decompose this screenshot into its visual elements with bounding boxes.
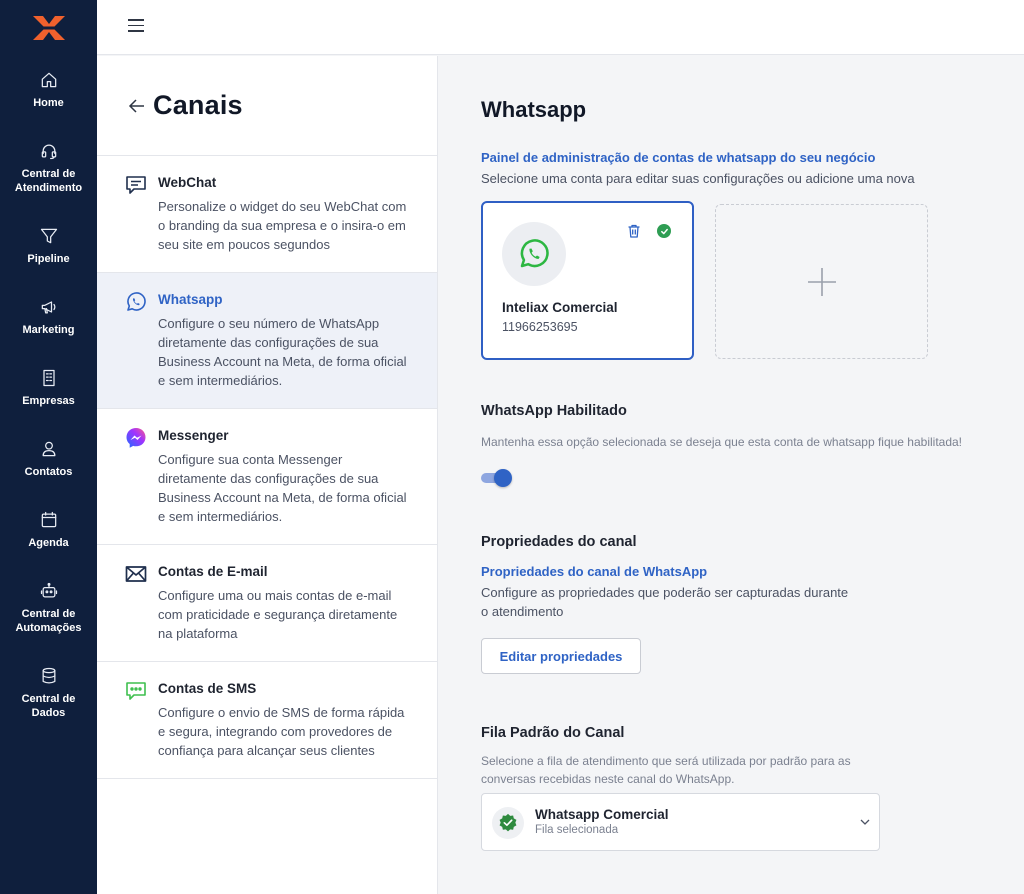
channel-item-whatsapp[interactable]: Whatsapp Configure o seu número de Whats… — [97, 273, 437, 409]
channels-header: Canais — [97, 56, 437, 156]
channel-item-email[interactable]: Contas de E-mail Configure uma ou mais c… — [97, 545, 437, 662]
admin-panel-link[interactable]: Painel de administração de contas de wha… — [481, 150, 875, 165]
channel-item-messenger[interactable]: Messenger Configure sua conta Messenger … — [97, 409, 437, 545]
channel-description: Configure sua conta Messenger diretament… — [158, 452, 407, 524]
messenger-icon — [126, 428, 146, 448]
account-avatar — [502, 222, 566, 286]
add-account-button[interactable] — [715, 204, 928, 359]
nav-item-central-de-atendimento[interactable]: Central de Atendimento — [0, 141, 97, 195]
headset-icon — [41, 144, 56, 160]
calendar-icon — [41, 511, 56, 528]
nav-item-label: Agenda — [28, 537, 69, 549]
whatsapp-account-card[interactable]: Inteliax Comercial 11966253695 — [481, 201, 694, 360]
nav-item-central-de-dados[interactable]: Central de Dados — [0, 666, 97, 720]
default-queue-description: Selecione a fila de atendimento que será… — [481, 754, 851, 786]
back-arrow-icon[interactable] — [127, 96, 147, 116]
chat-icon — [126, 176, 146, 194]
active-check-icon — [657, 224, 671, 238]
edit-properties-button[interactable]: Editar propriedades — [481, 638, 641, 674]
page-title: Canais — [153, 90, 243, 120]
default-queue-title: Fila Padrão do Canal — [481, 725, 625, 741]
channel-name: Messenger — [158, 428, 229, 443]
channel-item-webchat[interactable]: WebChat Personalize o widget do seu WebC… — [97, 156, 437, 273]
channel-properties-link[interactable]: Propriedades do canal de WhatsApp — [481, 564, 707, 579]
nav-item-label: Contatos — [24, 466, 73, 478]
sms-icon — [126, 682, 146, 700]
admin-panel-description: Selecione uma conta para editar suas con… — [481, 171, 915, 186]
chevron-down-icon — [860, 819, 870, 825]
account-phone: 11966253695 — [502, 320, 578, 334]
channel-name: Whatsapp — [158, 292, 223, 307]
nav-item-label: Pipeline — [27, 253, 70, 265]
nav-item-label: Marketing — [22, 324, 75, 336]
nav-item-marketing[interactable]: Marketing — [0, 297, 97, 337]
queue-icon — [492, 807, 524, 839]
section-title: Whatsapp — [481, 97, 587, 122]
enabled-description: Mantenha essa opção selecionada se desej… — [481, 435, 963, 449]
channel-item-sms[interactable]: Contas de SMS Configure o envio de SMS d… — [97, 662, 437, 779]
person-icon — [42, 441, 55, 457]
channel-properties-title: Propriedades do canal — [481, 534, 637, 550]
database-icon — [42, 667, 55, 684]
nav-item-label: Empresas — [22, 395, 75, 407]
default-queue-select[interactable]: Whatsapp Comercial Fila selecionada — [481, 793, 880, 851]
whatsapp-icon — [127, 292, 146, 311]
nav-item-pipeline[interactable]: Pipeline — [0, 226, 97, 266]
channel-description: Configure o envio de SMS de forma rápida… — [158, 705, 405, 758]
nav-item-label: Home — [33, 97, 64, 109]
whatsapp-icon — [520, 239, 549, 268]
whatsapp-enabled-toggle[interactable] — [481, 468, 513, 488]
trash-icon[interactable] — [626, 223, 642, 239]
account-name: Inteliax Comercial — [502, 300, 618, 315]
funnel-icon — [40, 228, 57, 244]
brand-logo[interactable] — [0, 0, 97, 56]
enabled-title: WhatsApp Habilitado — [481, 403, 627, 419]
nav-item-central-de-automacoes[interactable]: Central de Automações — [0, 581, 97, 635]
channel-properties-description: Configure as propriedades que poderão se… — [481, 585, 849, 619]
megaphone-icon — [41, 301, 55, 314]
mail-icon — [125, 566, 147, 582]
nav-item-label: Central de Dados — [21, 693, 76, 719]
channel-description: Configure uma ou mais contas de e-mail c… — [158, 588, 398, 641]
plus-icon — [807, 267, 836, 296]
selected-queue-caption: Fila selecionada — [535, 824, 619, 836]
nav-item-empresas[interactable]: Empresas — [0, 368, 97, 408]
channel-name: WebChat — [158, 175, 217, 190]
main-nav-rail: Home Central de Atendimento Pipeline Mark… — [0, 0, 97, 894]
whatsapp-settings: Whatsapp Painel de administração de cont… — [438, 56, 1024, 894]
verified-badge-icon — [499, 813, 517, 832]
home-icon — [41, 72, 56, 88]
logo-icon — [32, 16, 65, 40]
channel-name: Contas de SMS — [158, 681, 257, 696]
nav-item-label: Central de Automações — [15, 608, 82, 634]
robot-icon — [40, 582, 57, 598]
top-bar — [97, 0, 1024, 55]
channel-name: Contas de E-mail — [158, 564, 268, 579]
channel-description: Configure o seu número de WhatsApp diret… — [158, 316, 407, 388]
selected-queue-name: Whatsapp Comercial — [535, 807, 669, 822]
nav-item-agenda[interactable]: Agenda — [0, 510, 97, 550]
channel-description: Personalize o widget do seu WebChat com … — [158, 199, 407, 252]
channels-list-panel: Canais WebChat Personalize o widget do s… — [97, 56, 438, 894]
nav-item-contatos[interactable]: Contatos — [0, 439, 97, 479]
hamburger-menu-icon[interactable] — [128, 19, 144, 33]
building-icon — [42, 369, 55, 387]
nav-item-label: Central de Atendimento — [14, 168, 83, 194]
nav-item-home[interactable]: Home — [0, 70, 97, 110]
